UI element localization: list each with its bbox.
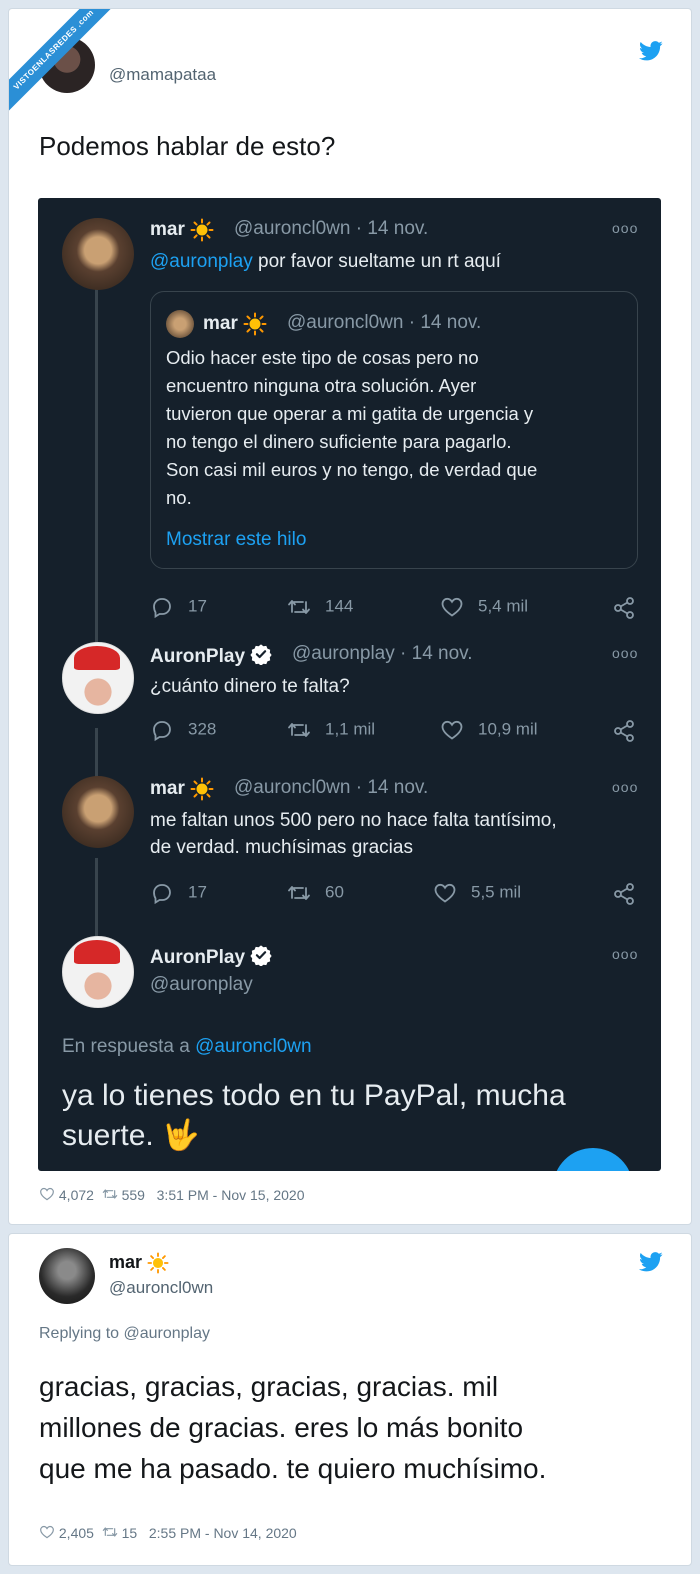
- heart-icon: [433, 881, 457, 905]
- like-action[interactable]: 5,4 mil: [440, 595, 528, 619]
- share-icon[interactable]: [612, 882, 636, 906]
- avatar[interactable]: [62, 776, 134, 848]
- sun-emoji-icon: [190, 777, 214, 801]
- timestamp[interactable]: 3:51 PM - Nov 15, 2020: [157, 1187, 305, 1203]
- verified-badge-icon: [250, 643, 272, 665]
- heart-icon[interactable]: [39, 1524, 55, 1540]
- author-meta: @auroncl0wn · 14 nov.: [287, 312, 482, 333]
- twitter-bird-icon[interactable]: [639, 1252, 663, 1272]
- author-name[interactable]: mar: [150, 777, 214, 801]
- verified-badge-icon: [250, 944, 272, 966]
- embedded-screenshot: mar @auroncl0wn · 14 nov. ooo @auronplay…: [38, 198, 661, 1171]
- heart-icon[interactable]: [39, 1186, 55, 1202]
- sun-emoji-icon: [190, 218, 214, 242]
- author-name[interactable]: AuronPlay: [150, 643, 272, 668]
- sun-emoji-icon: [147, 1252, 169, 1274]
- reply-action[interactable]: 17: [150, 595, 207, 619]
- author-meta: @auroncl0wn · 14 nov.: [234, 218, 429, 239]
- share-icon[interactable]: [612, 719, 636, 743]
- like-action[interactable]: 5,5 mil: [433, 881, 521, 905]
- retweet-icon[interactable]: [102, 1186, 118, 1202]
- tweet-text: ¿cuánto dinero te falta?: [150, 676, 350, 697]
- tweet-stats: 2,405 15 2:55 PM - Nov 14, 2020: [39, 1524, 297, 1541]
- santa-hat: [74, 940, 120, 964]
- reply-icon: [150, 881, 174, 905]
- avatar[interactable]: [39, 1248, 95, 1304]
- like-action[interactable]: 10,9 mil: [440, 718, 538, 742]
- avatar[interactable]: [62, 218, 134, 290]
- tweet-text: me faltan unos 500 pero no hace falta ta…: [150, 810, 557, 858]
- tweet-text: ya lo tienes todo en tu PayPal, mucha su…: [62, 1079, 566, 1152]
- reply-icon: [150, 718, 174, 742]
- retweet-icon: [287, 595, 311, 619]
- reply-action[interactable]: 17: [150, 881, 207, 905]
- author-name[interactable]: mar: [109, 1252, 169, 1274]
- tweet-text: gracias, gracias, gracias, gracias. mil …: [39, 1371, 547, 1484]
- share-icon[interactable]: [612, 596, 636, 620]
- timestamp[interactable]: 2:55 PM - Nov 14, 2020: [149, 1525, 297, 1541]
- retweet-icon: [287, 718, 311, 742]
- santa-hat: [74, 646, 120, 670]
- heart-icon: [440, 595, 464, 619]
- tweet-card: mar @auroncl0wn Replying to @auronplay g…: [8, 1233, 692, 1566]
- heart-icon: [440, 718, 464, 742]
- mention-link[interactable]: @auroncl0wn: [195, 1036, 311, 1057]
- watermark-ribbon: VISTOENLASREDES .com: [9, 9, 129, 129]
- more-dots-icon[interactable]: ooo: [612, 220, 638, 236]
- tweet-text: Podemos hablar de esto?: [39, 131, 336, 161]
- sun-emoji-icon: [243, 312, 267, 336]
- retweet-action[interactable]: 144: [287, 595, 353, 619]
- author-name[interactable]: AuronPlay: [150, 944, 272, 969]
- twitter-bird-icon[interactable]: [639, 41, 663, 61]
- avatar: [166, 310, 194, 338]
- reply-context: En respuesta a @auroncl0wn: [62, 1036, 312, 1057]
- tweet-card: VISTOENLASREDES .com @mamapataa Podemos …: [8, 8, 692, 1225]
- thread-line: [95, 858, 98, 938]
- reply-action[interactable]: 328: [150, 718, 216, 742]
- watermark-text: VISTOENLASREDES .com: [9, 9, 122, 118]
- author-name: mar: [203, 312, 267, 336]
- tweet-stats: 4,072 559 3:51 PM - Nov 15, 2020: [39, 1186, 305, 1203]
- author-name[interactable]: mar: [150, 218, 214, 242]
- thread-line: [95, 288, 98, 648]
- author-meta: @auronplay · 14 nov.: [292, 643, 473, 664]
- author-handle: @auronplay: [150, 974, 253, 995]
- author-meta: @auroncl0wn · 14 nov.: [234, 777, 429, 798]
- more-dots-icon[interactable]: ooo: [612, 645, 638, 661]
- retweet-icon[interactable]: [102, 1524, 118, 1540]
- retweet-action[interactable]: 60: [287, 881, 344, 905]
- replying-to[interactable]: Replying to @auronplay: [39, 1325, 210, 1343]
- more-dots-icon[interactable]: ooo: [612, 779, 638, 795]
- retweet-action[interactable]: 1,1 mil: [287, 718, 375, 742]
- quote-text: Odio hacer este tipo de cosas pero no en…: [166, 347, 538, 508]
- more-dots-icon[interactable]: ooo: [612, 946, 638, 962]
- retweet-icon: [287, 881, 311, 905]
- show-thread-link[interactable]: Mostrar este hilo: [166, 526, 306, 553]
- reply-icon: [150, 595, 174, 619]
- tweet-text: @auronplay por favor sueltame un rt aquí: [150, 251, 501, 272]
- mention-link[interactable]: @auronplay: [150, 251, 253, 272]
- author-handle[interactable]: @auroncl0wn: [109, 1278, 213, 1298]
- quoted-tweet[interactable]: mar @auroncl0wn · 14 nov. Odio hacer est…: [150, 291, 638, 569]
